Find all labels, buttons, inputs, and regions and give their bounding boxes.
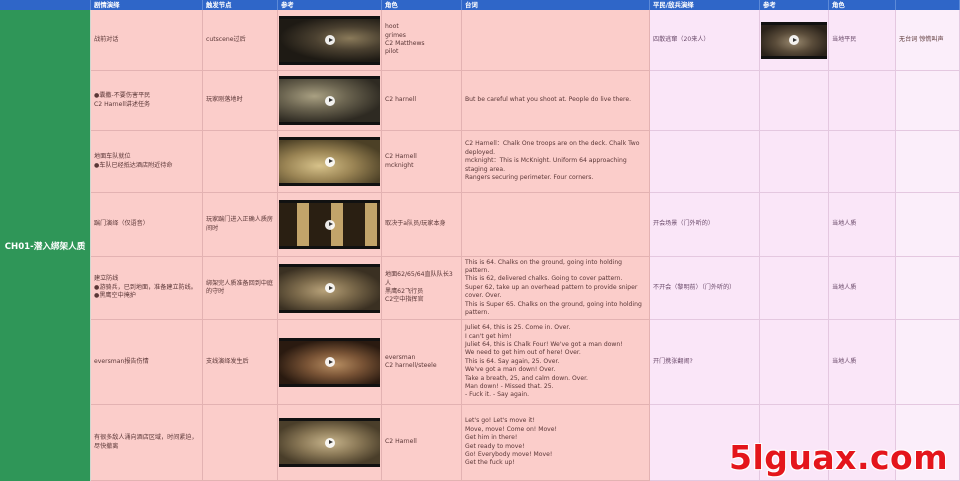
role2-cell[interactable]: 当地人质	[829, 320, 896, 405]
dialogue2-cell[interactable]	[896, 257, 960, 320]
dialogue2-cell[interactable]	[896, 131, 960, 193]
dialogue-cell[interactable]	[462, 193, 650, 257]
video-thumbnail[interactable]	[761, 21, 827, 59]
plot-cell[interactable]: 地面车队就位 ●车队已经抵达酒店附近待命	[91, 131, 203, 193]
trigger-cell[interactable]	[203, 131, 278, 193]
dialogue2-cell[interactable]	[896, 71, 960, 131]
reference-cell[interactable]	[278, 71, 382, 131]
header-dialogue2[interactable]	[896, 0, 960, 10]
video-thumbnail[interactable]	[279, 15, 380, 65]
role2-cell[interactable]	[829, 71, 896, 131]
dialogue-cell[interactable]: Let's go! Let's move it! Move, move! Com…	[462, 405, 650, 481]
video-thumbnail[interactable]	[279, 137, 380, 186]
reference2-cell[interactable]	[760, 10, 829, 71]
role2-cell[interactable]: 当地人质	[829, 193, 896, 257]
role-cell[interactable]: C2 Harnell mcknight	[382, 131, 462, 193]
role-cell[interactable]: hoot grimes C2 Matthews pilot	[382, 10, 462, 71]
header-role2[interactable]: 角色	[829, 0, 896, 10]
role2-cell[interactable]	[829, 131, 896, 193]
trigger-cell[interactable]: 绑架完人质准备回到中庭的守时	[203, 257, 278, 320]
civilian-cell[interactable]: 开会场景（门外听的）	[650, 193, 760, 257]
trigger-cell[interactable]: 支线演绎发生后	[203, 320, 278, 405]
dialogue-cell[interactable]	[462, 10, 650, 71]
plot-cell[interactable]: 踹门演绎（仅语音）	[91, 193, 203, 257]
plot-cell[interactable]: 有很多敌人涌向酒店区域，时间紧迫，尽快撤离	[91, 405, 203, 481]
header-trigger[interactable]: 触发节点	[203, 0, 278, 10]
reference2-cell[interactable]	[760, 131, 829, 193]
header-civilian[interactable]: 平民/敌兵演绎	[650, 0, 760, 10]
video-thumbnail[interactable]	[279, 418, 380, 467]
reference2-cell[interactable]	[760, 193, 829, 257]
civilian-cell[interactable]	[650, 131, 760, 193]
dialogue2-cell[interactable]	[896, 193, 960, 257]
spreadsheet: 剧情演绎 触发节点 参考 角色 台词 平民/敌兵演绎 参考 角色 CH01-潜入…	[0, 0, 960, 481]
play-icon[interactable]	[324, 219, 335, 230]
dialogue-cell[interactable]: This is 64. Chalks on the ground, going …	[462, 257, 650, 320]
role2-cell[interactable]: 当地人质	[829, 257, 896, 320]
plot-cell[interactable]: eversman报告伤情	[91, 320, 203, 405]
civilian-cell[interactable]	[650, 71, 760, 131]
video-thumbnail[interactable]	[279, 76, 380, 125]
trigger-cell[interactable]: cutscene过后	[203, 10, 278, 71]
role-cell[interactable]: C2 harnell	[382, 71, 462, 131]
play-icon[interactable]	[324, 35, 335, 45]
dialogue-cell[interactable]: But be careful what you shoot at. People…	[462, 71, 650, 131]
reference-cell[interactable]	[278, 10, 382, 71]
header-reference2[interactable]: 参考	[760, 0, 829, 10]
header-chapter[interactable]	[0, 0, 91, 10]
reference2-cell[interactable]	[760, 71, 829, 131]
trigger-cell[interactable]: 玩家踹门进入正确人质房间时	[203, 193, 278, 257]
reference2-cell[interactable]	[760, 257, 829, 320]
header-plot[interactable]: 剧情演绎	[91, 0, 203, 10]
role-cell[interactable]: 地面62/65/64直队队长3人 黑鹰62飞行员 C2空中指挥官	[382, 257, 462, 320]
chapter-cell[interactable]: CH01-潜入绑架人质	[0, 10, 91, 481]
plot-cell[interactable]: 战前对话	[91, 10, 203, 71]
dialogue2-cell[interactable]: 无台词 惊慌叫声	[896, 10, 960, 71]
trigger-cell[interactable]: 玩家刚落地时	[203, 71, 278, 131]
civilian-cell[interactable]: 开门携张翻闹?	[650, 320, 760, 405]
civilian-cell[interactable]: 不开会（黎明前）（门外听的）	[650, 257, 760, 320]
plot-cell[interactable]: ●囊撒-不要伤害平民 C2 Harnell讲述任务	[91, 71, 203, 131]
role2-cell[interactable]: 当地平民	[829, 10, 896, 71]
reference-cell[interactable]	[278, 320, 382, 405]
video-thumbnail[interactable]	[279, 337, 380, 387]
header-dialogue[interactable]: 台词	[462, 0, 650, 10]
header-role[interactable]: 角色	[382, 0, 462, 10]
play-icon[interactable]	[324, 283, 335, 293]
dialogue-cell[interactable]: Juliet 64, this is 25. Come in. Over. I …	[462, 320, 650, 405]
play-icon[interactable]	[789, 35, 799, 45]
dialogue2-cell[interactable]	[896, 320, 960, 405]
play-icon[interactable]	[324, 156, 335, 167]
plot-cell[interactable]: 建立防线 ●游骑兵，已到地面，准备建立防线。 ●黑鹰空中掩护	[91, 257, 203, 320]
civilian-cell[interactable]: 四散逃窜（20来人）	[650, 10, 760, 71]
reference-cell[interactable]	[278, 405, 382, 481]
video-thumbnail[interactable]	[279, 263, 380, 313]
reference-cell[interactable]	[278, 131, 382, 193]
reference2-cell[interactable]	[760, 320, 829, 405]
header-reference[interactable]: 参考	[278, 0, 382, 10]
play-icon[interactable]	[324, 357, 335, 367]
dialogue-cell[interactable]: C2 Harnell：Chalk One troops are on the d…	[462, 131, 650, 193]
role-cell[interactable]: C2 Harnell	[382, 405, 462, 481]
video-thumbnail[interactable]	[279, 200, 380, 249]
reference-cell[interactable]	[278, 257, 382, 320]
role-cell[interactable]: eversman C2 harnell/steele	[382, 320, 462, 405]
watermark: 5lguax.com	[729, 438, 949, 477]
trigger-cell[interactable]	[203, 405, 278, 481]
role-cell[interactable]: 取决于a队员/玩家本身	[382, 193, 462, 257]
play-icon[interactable]	[324, 95, 335, 106]
play-icon[interactable]	[324, 437, 335, 448]
reference-cell[interactable]	[278, 193, 382, 257]
